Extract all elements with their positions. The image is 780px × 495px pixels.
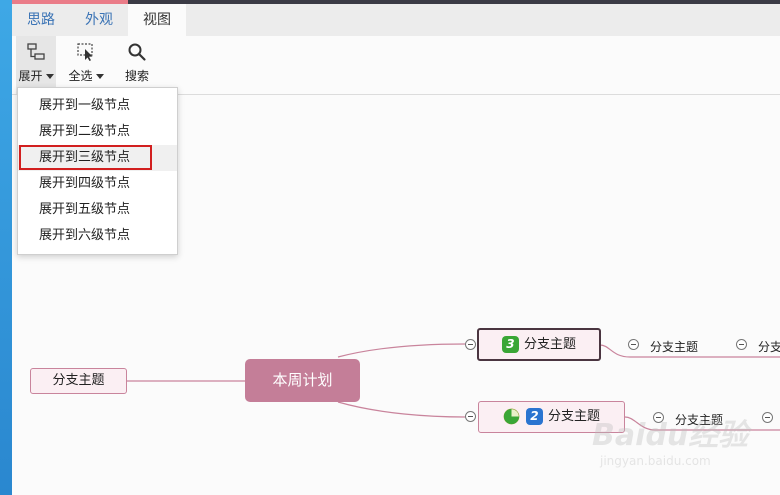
progress-pie-icon xyxy=(503,408,520,425)
baidu-watermark: Baidu经验 jingyan.baidu.com xyxy=(592,410,748,485)
subtopic[interactable]: 分支 xyxy=(758,338,780,355)
subtopic[interactable]: 分支主题 xyxy=(650,338,698,355)
priority-badge-icon: 3 xyxy=(501,336,519,353)
collapse-toggle-icon[interactable] xyxy=(465,411,476,422)
left-branch-label: 分支主题 xyxy=(52,373,105,388)
branch-topic-priority-3[interactable]: 3 分支主题 xyxy=(477,328,601,361)
central-topic-label: 本周计划 xyxy=(272,371,333,389)
collapse-toggle-icon[interactable] xyxy=(736,339,747,350)
menu-item-expand-level-2[interactable]: 展开到二级节点 xyxy=(18,119,177,145)
watermark-brand: Baidu经验 xyxy=(592,418,749,453)
menu-item-expand-level-5[interactable]: 展开到五级节点 xyxy=(18,197,177,223)
priority-badge-icon: 2 xyxy=(525,408,543,425)
watermark-url: jingyan.baidu.com xyxy=(600,454,711,468)
menu-item-expand-level-4[interactable]: 展开到四级节点 xyxy=(18,171,177,197)
annotation-highlight-box xyxy=(19,145,152,170)
expand-dropdown-menu: 展开到一级节点 展开到二级节点 展开到三级节点 展开到四级节点 展开到五级节点 … xyxy=(17,87,178,255)
branch-topic-label: 分支主题 xyxy=(523,337,576,352)
menu-item-expand-level-1[interactable]: 展开到一级节点 xyxy=(18,93,177,119)
central-topic[interactable]: 本周计划 xyxy=(245,359,360,402)
collapse-toggle-icon[interactable] xyxy=(628,339,639,350)
menu-item-expand-level-6[interactable]: 展开到六级节点 xyxy=(18,223,177,249)
collapse-toggle-icon[interactable] xyxy=(762,412,773,423)
left-branch-topic[interactable]: 分支主题 xyxy=(30,368,127,394)
collapse-toggle-icon[interactable] xyxy=(465,339,476,350)
